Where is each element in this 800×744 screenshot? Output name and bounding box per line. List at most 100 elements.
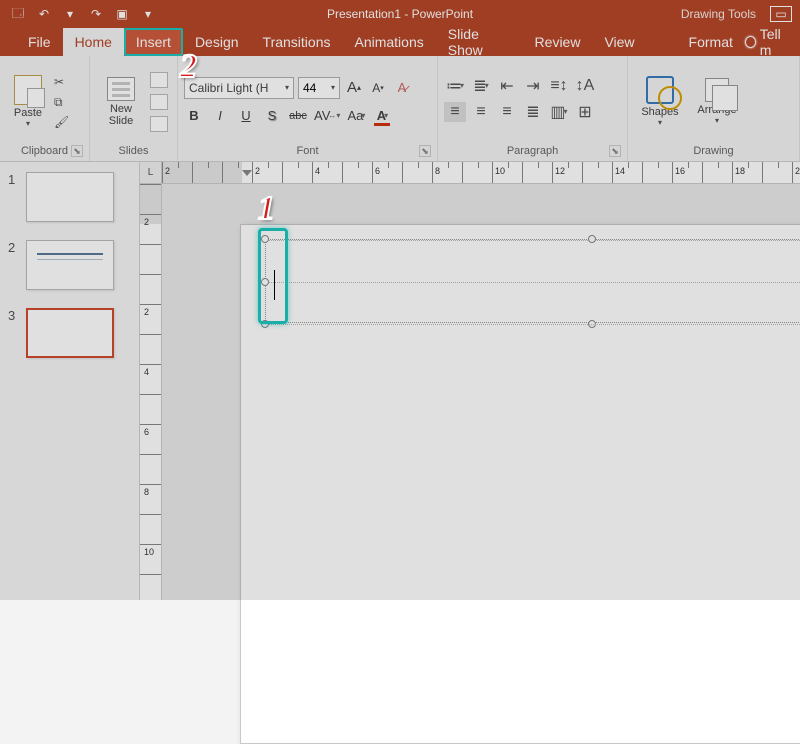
- ribbon-options-icon[interactable]: ▭: [770, 6, 792, 22]
- step-badge-2: 2: [180, 48, 197, 86]
- thumb-num: 3: [8, 308, 22, 323]
- paste-dropdown[interactable]: ▾: [26, 119, 30, 128]
- section-icon[interactable]: [150, 116, 168, 132]
- columns-button[interactable]: ▥▾: [548, 102, 570, 122]
- clear-format-button[interactable]: A̷: [392, 77, 412, 99]
- format-painter-icon[interactable]: 🖌: [54, 115, 72, 129]
- handle[interactable]: [588, 235, 596, 243]
- align-text-button[interactable]: ⊞: [574, 102, 596, 122]
- tab-file[interactable]: File: [16, 28, 63, 56]
- underline-button[interactable]: U: [236, 105, 256, 127]
- tab-format[interactable]: Format: [677, 28, 745, 56]
- save-icon[interactable]: 🗔: [6, 3, 30, 25]
- thumbnail-2[interactable]: [26, 240, 114, 290]
- strike-button[interactable]: abc: [288, 105, 308, 127]
- undo-dropdown[interactable]: ▾: [58, 3, 82, 25]
- align-right-button[interactable]: ≡: [496, 102, 518, 122]
- quick-access-toolbar: 🗔 ↶ ▾ ↷ ▣ ▾: [6, 3, 160, 25]
- canvas[interactable]: [162, 184, 800, 600]
- ruler-vertical[interactable]: 2246810121416: [140, 184, 162, 600]
- ruler-corner[interactable]: L: [140, 162, 162, 184]
- indent-inc-button[interactable]: ⇥: [522, 76, 544, 96]
- arrange-button[interactable]: Arrange ▾: [690, 78, 744, 125]
- cut-icon[interactable]: ✂: [54, 75, 72, 89]
- shadow-button[interactable]: S: [262, 105, 282, 127]
- bulb-icon: [745, 36, 756, 48]
- slide-thumbnails: 1 2 3: [0, 162, 140, 600]
- ribbon: Paste ▾ ✂ ⧉ 🖌 Clipboard⬊ New Slide Slide…: [0, 56, 800, 162]
- justify-button[interactable]: ≣: [522, 102, 544, 122]
- workspace: 1 2 3 L 224681012141618202224 2246810121…: [0, 162, 800, 600]
- font-color-button[interactable]: A▾: [372, 105, 392, 127]
- group-label-clipboard: Clipboard⬊: [6, 143, 83, 159]
- group-slides: New Slide Slides: [90, 56, 178, 161]
- align-center-button[interactable]: ≡: [470, 102, 492, 122]
- shapes-button[interactable]: Shapes ▾: [634, 76, 686, 127]
- copy-icon[interactable]: ⧉: [54, 95, 72, 109]
- group-drawing: Shapes ▾ Arrange ▾ Drawing: [628, 56, 800, 161]
- thumb-num: 2: [8, 240, 22, 255]
- bullets-button[interactable]: ≔▾: [444, 76, 466, 96]
- paragraph-dialog[interactable]: ⬊: [609, 145, 621, 157]
- slide-editor: L 224681012141618202224 2246810121416: [140, 162, 800, 600]
- tell-me-label: Tell m: [760, 26, 792, 58]
- group-paragraph: ≔▾ ≣▾ ⇤ ⇥ ≡↕ ↕A ≡ ≡ ≡ ≣ ▥▾ ⊞ Paragraph⬊: [438, 56, 628, 161]
- arrange-icon: [705, 78, 729, 102]
- group-font: Calibri Light (H▾ 44▾ A▴ A▾ A̷ B I U S a…: [178, 56, 438, 161]
- paste-button[interactable]: Paste ▾: [6, 75, 50, 128]
- line-spacing-button[interactable]: ≡↕: [548, 76, 570, 96]
- step-badge-1: 1: [258, 190, 275, 228]
- ruler-horizontal[interactable]: 224681012141618202224: [162, 162, 800, 184]
- tell-me[interactable]: Tell m: [745, 28, 800, 56]
- indent-dec-button[interactable]: ⇤: [496, 76, 518, 96]
- thumbnail-row[interactable]: 3: [8, 308, 131, 358]
- new-slide-label: New Slide: [109, 103, 133, 127]
- new-slide-icon: [107, 77, 135, 101]
- shrink-font-button[interactable]: A▾: [368, 77, 388, 99]
- tab-home[interactable]: Home: [63, 28, 124, 56]
- redo-icon[interactable]: ↷: [84, 3, 108, 25]
- group-clipboard: Paste ▾ ✂ ⧉ 🖌 Clipboard⬊: [0, 56, 90, 161]
- title-placeholder[interactable]: [265, 239, 800, 323]
- text-direction-button[interactable]: ↕A: [574, 76, 596, 96]
- thumbnail-3[interactable]: [26, 308, 114, 358]
- group-label-font: Font⬊: [184, 143, 431, 159]
- slide[interactable]: [240, 224, 800, 744]
- group-label-slides: Slides: [96, 143, 171, 159]
- align-left-button[interactable]: ≡: [444, 102, 466, 122]
- start-slideshow-icon[interactable]: ▣: [110, 3, 134, 25]
- window-title: Presentation1 - PowerPoint: [327, 7, 473, 21]
- font-dialog[interactable]: ⬊: [419, 145, 431, 157]
- reset-icon[interactable]: [150, 94, 168, 110]
- clipboard-dialog[interactable]: ⬊: [71, 145, 83, 157]
- paste-icon: [14, 75, 42, 105]
- shapes-icon: [646, 76, 674, 104]
- contextual-tab-title: Drawing Tools: [681, 7, 756, 21]
- font-size-combo[interactable]: 44▾: [298, 77, 340, 99]
- paste-label: Paste: [14, 107, 42, 119]
- font-name-combo[interactable]: Calibri Light (H▾: [184, 77, 294, 99]
- group-label-paragraph: Paragraph⬊: [444, 143, 621, 159]
- numbering-button[interactable]: ≣▾: [470, 76, 492, 96]
- qat-more[interactable]: ▾: [136, 3, 160, 25]
- group-label-drawing: Drawing: [634, 143, 793, 159]
- new-slide-button[interactable]: New Slide: [96, 77, 146, 127]
- thumbnail-row[interactable]: 1: [8, 172, 131, 222]
- tutorial-highlight-1: [258, 228, 288, 324]
- title-text: Presentation1 - PowerPoint: [327, 7, 473, 21]
- tab-slideshow[interactable]: Slide Show: [436, 28, 523, 56]
- bold-button[interactable]: B: [184, 105, 204, 127]
- tab-insert[interactable]: Insert: [124, 28, 183, 56]
- spacing-button[interactable]: AV↔▾: [314, 105, 340, 127]
- tab-review[interactable]: Review: [523, 28, 593, 56]
- tab-transitions[interactable]: Transitions: [251, 28, 343, 56]
- thumbnail-1[interactable]: [26, 172, 114, 222]
- tab-animations[interactable]: Animations: [342, 28, 435, 56]
- tab-view[interactable]: View: [592, 28, 646, 56]
- case-button[interactable]: Aa▾: [346, 105, 366, 127]
- italic-button[interactable]: I: [210, 105, 230, 127]
- grow-font-button[interactable]: A▴: [344, 77, 364, 99]
- undo-icon[interactable]: ↶: [32, 3, 56, 25]
- layout-icon[interactable]: [150, 72, 168, 88]
- thumbnail-row[interactable]: 2: [8, 240, 131, 290]
